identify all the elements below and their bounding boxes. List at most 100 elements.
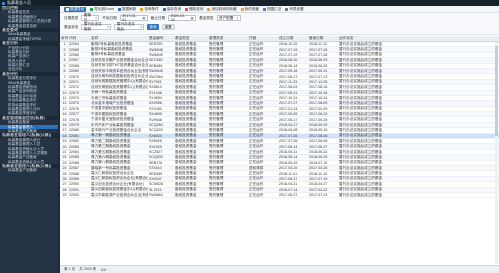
- table-cell: 22075: [69, 101, 79, 106]
- toolbar-button[interactable]: 添加到我的收藏: [207, 7, 237, 12]
- fund-type-select[interactable]: 资产配置 ▾: [216, 15, 241, 21]
- table-cell: SY4554: [149, 96, 162, 101]
- table-cell: 22082: [69, 139, 79, 144]
- start-date-input[interactable]: 2017-01-01 ▦: [119, 14, 148, 22]
- table-cell: 股权投资基金: [175, 63, 197, 68]
- table-cell: 2016-07-14: [279, 187, 298, 192]
- page-info: 第 1 页: [64, 267, 76, 271]
- table-cell: 股权投资基金: [175, 52, 197, 57]
- table-cell: 暂行办法实施后成立的基金: [339, 111, 383, 116]
- column-header[interactable]: 成立日期: [278, 36, 308, 41]
- table-cell: SCQ284: [149, 123, 163, 128]
- column-header[interactable]: 基金编号: [148, 36, 174, 41]
- table-cell: 22078: [69, 117, 79, 122]
- table-cell: 22089: [69, 176, 79, 181]
- toolbar-button[interactable]: 导出到Excel: [90, 7, 114, 12]
- toolbar-button[interactable]: 列表设置: [285, 6, 304, 12]
- table-cell: 暂行办法实施后成立的基金: [339, 122, 383, 127]
- table-cell: 2017-08-03: [279, 85, 298, 90]
- vertical-scrollbar[interactable]: [495, 42, 498, 264]
- table-cell: 自然光明数据投资管理中心(有限合伙): [91, 79, 148, 84]
- table-cell: SX4655: [149, 112, 162, 117]
- table-cell: ST5410: [149, 166, 162, 171]
- table-cell: 受托管理: [209, 95, 224, 100]
- table-cell: SCM526: [149, 182, 163, 187]
- table-cell: 正在运作: [249, 95, 264, 100]
- table-cell: 4: [63, 58, 66, 63]
- table-cell: 股权投资基金: [175, 47, 197, 52]
- table-cell: 自然关系中商资本投资合伙企业(有限合伙): [91, 68, 148, 73]
- toolbar-button-label: 导出到Excel: [94, 6, 114, 11]
- toolbar-button-label: 列表设置: [289, 6, 304, 11]
- column-header[interactable]: 名称: [90, 36, 148, 41]
- table-cell: 2017-06-27: [279, 176, 298, 181]
- toolbar-button[interactable]: 我的收藏: [240, 7, 259, 12]
- date-type-select[interactable]: 备案日 ▾: [81, 13, 100, 22]
- table-cell: 嘉义创新股权投资基金中心(有限合伙): [91, 187, 148, 192]
- table-cell: 22069: [69, 69, 79, 74]
- table-cell: 正在运作: [249, 106, 264, 111]
- column-header[interactable]: 序号: [60, 36, 68, 41]
- table-cell: 暂行办法实施后成立的基金: [339, 154, 383, 159]
- fund-status-select[interactable]: 暂行办法实施前 ▾: [81, 22, 112, 31]
- table-cell: 正在运作: [249, 111, 264, 116]
- table-cell: 尊力第三期股权投资基金: [91, 144, 131, 149]
- table-row[interactable]: 2922092 嘉义市新能源产业投资合伙企业(有限合伙)SW5664 股权投资基金 受…: [60, 192, 499, 199]
- reset-button[interactable]: 重置: [161, 24, 175, 30]
- table-cell: 股权投资基金: [175, 171, 197, 176]
- table-cell: 股权投资基金: [175, 149, 197, 154]
- fund-status-label: 基金状态: [64, 24, 79, 29]
- table-cell: 18: [62, 133, 67, 138]
- table-cell: 股权投资基金: [175, 68, 197, 73]
- table-cell: 22073: [69, 90, 79, 95]
- table-cell: 22067: [69, 58, 79, 63]
- column-header[interactable]: 托管: [248, 36, 278, 41]
- toolbar-button[interactable]: 保存查询: [162, 7, 181, 12]
- period-select[interactable]: 暂行办法实施后 ▾: [114, 22, 145, 31]
- table-cell: 股权投资基金: [175, 127, 197, 132]
- table-cell: 受托管理: [209, 165, 224, 170]
- column-header[interactable]: 运作状态: [338, 36, 499, 41]
- table-cell: 2018-04-27: [279, 123, 298, 128]
- table-cell: 2018-05-14: [279, 155, 298, 160]
- table-cell: 暂行办法实施后成立的基金: [339, 192, 383, 197]
- table-cell: 15: [62, 117, 67, 122]
- sidebar-item[interactable]: 私募基金产品备案: [0, 168, 58, 172]
- toolbar-button[interactable]: 数据导出: [64, 6, 87, 12]
- table-cell: 2017-01-24: [279, 106, 298, 111]
- save-icon: [162, 7, 166, 11]
- query-button[interactable]: 查询: [147, 24, 159, 30]
- column-header[interactable]: 备案日期: [308, 36, 338, 41]
- table-cell: 2017-11-23: [279, 79, 298, 84]
- table-cell: 股权投资基金: [175, 165, 197, 170]
- column-header[interactable]: 代码: [68, 36, 90, 41]
- toolbar-button[interactable]: 查询条件: [140, 7, 159, 12]
- toolbar-button[interactable]: 视图汇总: [262, 7, 281, 12]
- end-date-input[interactable]: 2020-10-23 ▦: [168, 14, 197, 22]
- toolbar-button[interactable]: 数据刷新: [117, 7, 136, 12]
- table-cell: 2017-06-27: [279, 193, 298, 198]
- table-cell: 受托管理: [209, 52, 224, 57]
- table-cell: 暂行办法实施后成立的基金: [339, 171, 383, 176]
- column-header[interactable]: 管理类型: [208, 36, 248, 41]
- table-cell: 正在运作: [249, 52, 264, 57]
- table-cell: 正在运作: [249, 187, 264, 192]
- page-size[interactable]: 100: [100, 268, 106, 272]
- table-cell: 2017-10-18: [309, 90, 328, 95]
- table-cell: 2017-03-22: [309, 187, 328, 192]
- column-header[interactable]: 基金类型: [174, 36, 208, 41]
- table-cell: 2017-05-25: [309, 117, 328, 122]
- table-cell: 2018-08-20: [279, 58, 298, 63]
- scrollbar-thumb[interactable]: [495, 46, 498, 136]
- toolbar-button[interactable]: 删除查询: [185, 7, 203, 12]
- sidebar-item[interactable]: 私募基金管理人人员统计表: [0, 19, 58, 23]
- table-cell: 股权投资基金: [175, 79, 197, 84]
- table-cell: 正在运作: [249, 154, 264, 159]
- filter-icon: [140, 7, 144, 11]
- table-cell: 19: [62, 139, 67, 144]
- table-cell: 受托管理: [209, 138, 224, 143]
- table-cell: 受托管理: [209, 144, 224, 149]
- table-cell: 嘉义仁和股权投资合伙企业(有限合伙): [91, 176, 148, 181]
- folder-icon: [240, 7, 244, 11]
- table-cell: 3: [63, 52, 66, 57]
